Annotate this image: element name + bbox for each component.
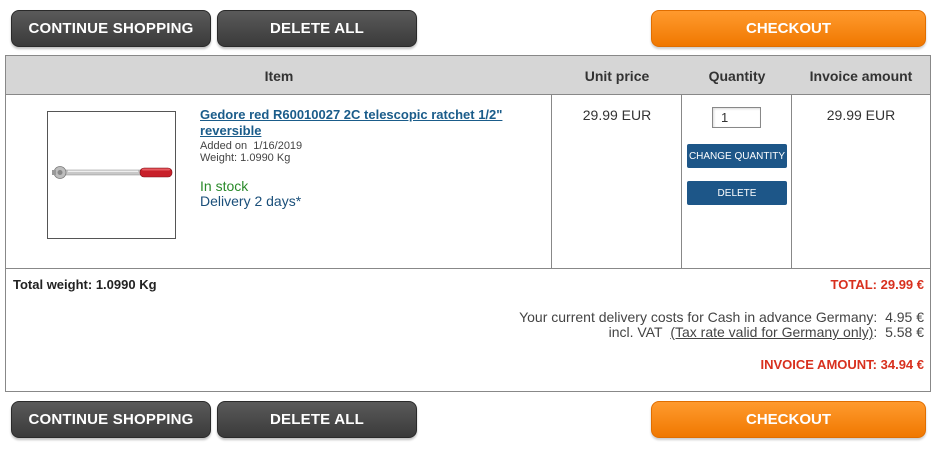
total-amount: TOTAL: 29.99 €	[830, 277, 924, 292]
tax-rate-link[interactable]: (Tax rate valid for Germany only)	[670, 324, 873, 340]
change-quantity-button[interactable]: CHANGE QUANTITY	[687, 144, 787, 168]
delivery-costs: Your current delivery costs for Cash in …	[519, 309, 924, 325]
top-button-bar: CONTINUE SHOPPING DELETE ALL CHECKOUT	[0, 10, 932, 50]
continue-shopping-button[interactable]: CONTINUE SHOPPING	[11, 10, 211, 47]
invoice-amount-value: 29.99 EUR	[826, 107, 896, 123]
bottom-button-bar: CONTINUE SHOPPING DELETE ALL CHECKOUT	[0, 401, 932, 441]
ratchet-icon	[52, 166, 173, 179]
product-name-link[interactable]: Gedore red R60010027 2C telescopic ratch…	[200, 107, 540, 139]
unit-price-value: 29.99 EUR	[582, 107, 652, 123]
checkout-button[interactable]: CHECKOUT	[651, 10, 926, 47]
header-invoice-amount: Invoice amount	[809, 68, 913, 84]
cart-table: Item Unit price Quantity Invoice amount …	[5, 55, 931, 392]
invoice-amount-total: INVOICE AMOUNT: 34.94 €	[760, 357, 924, 372]
header-unit-price: Unit price	[584, 68, 650, 84]
totals-section: Total weight: 1.0990 Kg TOTAL: 29.99 € Y…	[6, 269, 930, 391]
added-on-text: Added on 1/16/2019	[200, 140, 303, 152]
checkout-button[interactable]: CHECKOUT	[651, 401, 926, 438]
continue-shopping-button[interactable]: CONTINUE SHOPPING	[11, 401, 211, 438]
delete-item-button[interactable]: DELETE	[687, 181, 787, 205]
item-weight-text: Weight: 1.0990 Kg	[200, 152, 291, 164]
delete-all-button[interactable]: DELETE ALL	[217, 10, 417, 47]
header-item: Item	[264, 68, 294, 84]
delivery-time: Delivery 2 days*	[200, 193, 302, 209]
delete-all-button[interactable]: DELETE ALL	[217, 401, 417, 438]
header-quantity: Quantity	[708, 68, 766, 84]
total-weight: Total weight: 1.0990 Kg	[13, 277, 157, 292]
product-image[interactable]	[47, 111, 176, 239]
quantity-input[interactable]: 1	[712, 107, 761, 128]
stock-status: In stock	[200, 178, 249, 194]
vat-line: incl. VAT (Tax rate valid for Germany on…	[608, 324, 924, 340]
cart-table-header: Item Unit price Quantity Invoice amount	[6, 56, 930, 95]
table-row: Gedore red R60010027 2C telescopic ratch…	[6, 95, 930, 269]
